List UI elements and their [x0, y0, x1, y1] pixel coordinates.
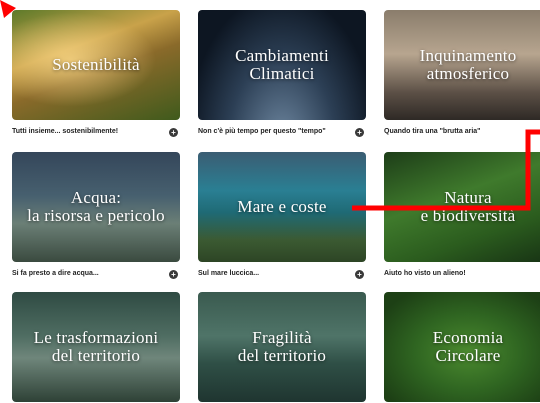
- topic-title: Economia Circolare: [432, 328, 504, 365]
- topic-thumbnail[interactable]: Natura e biodiversità: [384, 152, 540, 262]
- topic-card-acqua[interactable]: Acqua: la risorsa e pericolo Si fa prest…: [12, 152, 180, 284]
- topic-caption-row: Si fa presto a dire acqua... +: [12, 268, 180, 284]
- expand-plus-icon[interactable]: +: [355, 128, 364, 137]
- topic-caption: Non c'è più tempo per questo "tempo": [198, 128, 326, 135]
- topic-card-cambiamenti-climatici[interactable]: Cambiamenti Climatici Non c'è più tempo …: [198, 10, 366, 142]
- topic-caption-row: Quando tira una "brutta aria" +: [384, 126, 540, 142]
- topic-caption-row: Aiuto ho visto un alieno! +: [384, 268, 540, 284]
- topic-grid: Sostenibilità Tutti insieme... sostenibi…: [0, 0, 540, 403]
- topic-thumbnail[interactable]: Le trasformazioni del territorio: [12, 292, 180, 402]
- topic-title: Inquinamento atmosferico: [419, 46, 517, 83]
- topic-card-inquinamento-atmosferico[interactable]: Inquinamento atmosferico Quando tira una…: [384, 10, 540, 142]
- topic-caption-row: Sul mare luccica... +: [198, 268, 366, 284]
- topic-thumbnail[interactable]: Cambiamenti Climatici: [198, 10, 366, 120]
- topic-caption-row: Non c'è più tempo per questo "tempo" +: [198, 126, 366, 142]
- topic-card-sostenibilita[interactable]: Sostenibilità Tutti insieme... sostenibi…: [12, 10, 180, 142]
- expand-plus-icon[interactable]: +: [355, 270, 364, 279]
- topic-thumbnail[interactable]: Economia Circolare: [384, 292, 540, 402]
- topic-title: Acqua: la risorsa e pericolo: [27, 188, 165, 225]
- topic-card-trasformazioni-territorio[interactable]: Le trasformazioni del territorio: [12, 292, 180, 402]
- topic-title: Natura e biodiversità: [420, 188, 516, 225]
- topic-caption: Tutti insieme... sostenibilmente!: [12, 128, 119, 135]
- topic-title: Cambiamenti Climatici: [235, 46, 329, 83]
- topic-title: Sostenibilità: [52, 55, 140, 74]
- topic-title: Fragilità del territorio: [237, 328, 327, 365]
- topic-thumbnail[interactable]: Acqua: la risorsa e pericolo: [12, 152, 180, 262]
- topic-caption: Si fa presto a dire acqua...: [12, 270, 99, 277]
- topic-thumbnail[interactable]: Inquinamento atmosferico: [384, 10, 540, 120]
- topic-caption: Sul mare luccica...: [198, 270, 260, 277]
- topic-thumbnail[interactable]: Sostenibilità: [12, 10, 180, 120]
- topic-card-natura-biodiversita[interactable]: Natura e biodiversità Aiuto ho visto un …: [384, 152, 540, 284]
- topic-caption-row: Tutti insieme... sostenibilmente! +: [12, 126, 180, 142]
- topic-title: Le trasformazioni del territorio: [33, 328, 159, 365]
- topic-caption: Aiuto ho visto un alieno!: [384, 270, 466, 277]
- topic-card-fragilita-territorio[interactable]: Fragilità del territorio: [198, 292, 366, 402]
- topic-card-mare-e-coste[interactable]: Mare e coste Sul mare luccica... +: [198, 152, 366, 284]
- topic-card-economia-circolare[interactable]: Economia Circolare: [384, 292, 540, 402]
- expand-plus-icon[interactable]: +: [169, 128, 178, 137]
- topic-thumbnail[interactable]: Mare e coste: [198, 152, 366, 262]
- expand-plus-icon[interactable]: +: [169, 270, 178, 279]
- topic-caption: Quando tira una "brutta aria": [384, 128, 481, 135]
- topic-thumbnail[interactable]: Fragilità del territorio: [198, 292, 366, 402]
- topic-title: Mare e coste: [237, 197, 327, 216]
